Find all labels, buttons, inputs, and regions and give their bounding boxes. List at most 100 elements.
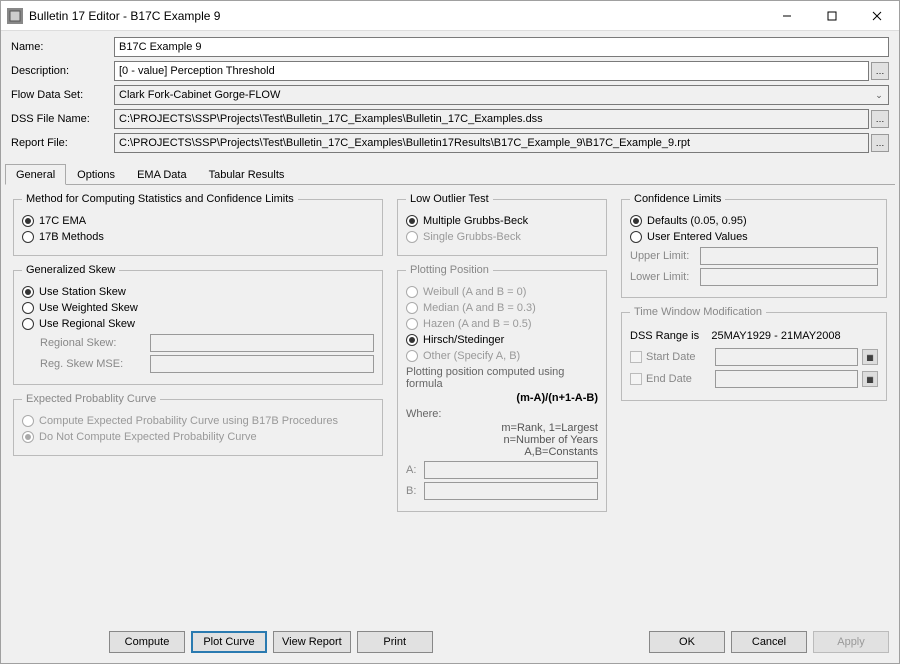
- radio-do-not-compute-label: Do Not Compute Expected Probability Curv…: [39, 431, 257, 443]
- radio-icon: [406, 318, 418, 330]
- radio-icon: [630, 215, 642, 227]
- radio-weibull-label: Weibull (A and B = 0): [423, 286, 526, 298]
- radio-17c-ema[interactable]: 17C EMA: [22, 215, 374, 227]
- expected-legend: Expected Probablity Curve: [22, 393, 160, 405]
- end-date-checkbox: [630, 373, 642, 385]
- time-window-legend: Time Window Modification: [630, 306, 766, 318]
- header-form: Name: B17C Example 9 Description: [0 - v…: [1, 31, 899, 157]
- compute-button[interactable]: Compute: [109, 631, 185, 653]
- minimize-button[interactable]: [764, 1, 809, 31]
- print-button[interactable]: Print: [357, 631, 433, 653]
- flow-data-set-value: Clark Fork-Cabinet Gorge-FLOW: [119, 89, 280, 101]
- confidence-legend: Confidence Limits: [630, 193, 725, 205]
- regional-skew-input: [150, 334, 374, 352]
- radio-other-ab: Other (Specify A, B): [406, 350, 598, 362]
- radio-median: Median (A and B = 0.3): [406, 302, 598, 314]
- low-outlier-group: Low Outlier Test Multiple Grubbs-Beck Si…: [397, 193, 607, 256]
- expected-probability-group: Expected Probablity Curve Compute Expect…: [13, 393, 383, 456]
- radio-weighted-skew-label: Use Weighted Skew: [39, 302, 138, 314]
- radio-icon: [22, 215, 34, 227]
- radio-icon: [406, 350, 418, 362]
- tab-general[interactable]: General: [5, 164, 66, 185]
- description-value: [0 - value] Perception Threshold: [119, 65, 275, 77]
- radio-icon: [22, 286, 34, 298]
- titlebar: Bulletin 17 Editor - B17C Example 9: [1, 1, 899, 31]
- a-input: [424, 461, 598, 479]
- lower-limit-input: [700, 268, 878, 286]
- radio-17b-methods[interactable]: 17B Methods: [22, 231, 374, 243]
- radio-icon: [22, 431, 34, 443]
- radio-hazen: Hazen (A and B = 0.5): [406, 318, 598, 330]
- ok-button[interactable]: OK: [649, 631, 725, 653]
- radio-station-skew[interactable]: Use Station Skew: [22, 286, 374, 298]
- flow-data-set-select[interactable]: Clark Fork-Cabinet Gorge-FLOW ⌄: [114, 85, 889, 105]
- tab-tabular-results[interactable]: Tabular Results: [198, 164, 296, 185]
- maximize-button[interactable]: [809, 1, 854, 31]
- radio-17b-methods-label: 17B Methods: [39, 231, 104, 243]
- flow-data-set-label: Flow Data Set:: [11, 89, 114, 101]
- radio-icon: [22, 302, 34, 314]
- upper-limit-input: [700, 247, 878, 265]
- name-value: B17C Example 9: [119, 41, 202, 53]
- start-date-row: Start Date ▦: [630, 348, 878, 366]
- end-date-label: End Date: [646, 373, 711, 385]
- name-input[interactable]: B17C Example 9: [114, 37, 889, 57]
- tab-strip: General Options EMA Data Tabular Results: [5, 163, 895, 185]
- radio-icon: [406, 286, 418, 298]
- formula-intro: Plotting position computed using formula: [406, 366, 598, 390]
- radio-icon: [630, 231, 642, 243]
- chevron-down-icon: ⌄: [872, 90, 886, 101]
- radio-icon: [22, 318, 34, 330]
- dss-range-line: DSS Range is 25MAY1929 - 21MAY2008: [630, 330, 878, 342]
- bottom-left-buttons: Compute Plot Curve View Report Print: [109, 631, 433, 653]
- plot-curve-button[interactable]: Plot Curve: [191, 631, 267, 653]
- radio-17c-ema-label: 17C EMA: [39, 215, 86, 227]
- end-date-input: [715, 370, 858, 388]
- tab-ema-data[interactable]: EMA Data: [126, 164, 198, 185]
- radio-confidence-user[interactable]: User Entered Values: [630, 231, 878, 243]
- radio-conf-user-label: User Entered Values: [647, 231, 748, 243]
- radio-icon: [406, 215, 418, 227]
- end-date-picker-button: ▦: [862, 371, 878, 387]
- dss-file-value: C:\PROJECTS\SSP\Projects\Test\Bulletin_1…: [119, 113, 543, 125]
- lower-limit-row: Lower Limit:: [630, 268, 878, 286]
- window-title: Bulletin 17 Editor - B17C Example 9: [29, 9, 764, 23]
- description-browse-button[interactable]: …: [871, 62, 889, 80]
- dss-range-value: 25MAY1929 - 21MAY2008: [711, 330, 840, 342]
- description-input[interactable]: [0 - value] Perception Threshold: [114, 61, 869, 81]
- report-file-browse-button[interactable]: …: [871, 134, 889, 152]
- radio-weibull: Weibull (A and B = 0): [406, 286, 598, 298]
- cancel-button[interactable]: Cancel: [731, 631, 807, 653]
- radio-confidence-defaults[interactable]: Defaults (0.05, 0.95): [630, 215, 878, 227]
- start-date-input: [715, 348, 858, 366]
- a-row: A:: [406, 461, 598, 479]
- a-label: A:: [406, 464, 424, 476]
- radio-single-grubbs-beck: Single Grubbs-Beck: [406, 231, 598, 243]
- method-legend: Method for Computing Statistics and Conf…: [22, 193, 298, 205]
- regional-skew-label: Regional Skew:: [40, 337, 150, 349]
- report-file-label: Report File:: [11, 137, 114, 149]
- generalized-skew-group: Generalized Skew Use Station Skew Use We…: [13, 264, 383, 385]
- radio-regional-skew[interactable]: Use Regional Skew: [22, 318, 374, 330]
- radio-hirsch-stedinger[interactable]: Hirsch/Stedinger: [406, 334, 598, 346]
- view-report-button[interactable]: View Report: [273, 631, 351, 653]
- dss-file-label: DSS File Name:: [11, 113, 114, 125]
- tab-options[interactable]: Options: [66, 164, 126, 185]
- plotting-position-group: Plotting Position Weibull (A and B = 0) …: [397, 264, 607, 512]
- radio-sgb-label: Single Grubbs-Beck: [423, 231, 521, 243]
- close-button[interactable]: [854, 1, 899, 31]
- radio-weighted-skew[interactable]: Use Weighted Skew: [22, 302, 374, 314]
- regional-skew-row: Regional Skew:: [40, 334, 374, 352]
- dss-file-input[interactable]: C:\PROJECTS\SSP\Projects\Test\Bulletin_1…: [114, 109, 869, 129]
- radio-conf-defaults-label: Defaults (0.05, 0.95): [647, 215, 747, 227]
- upper-limit-row: Upper Limit:: [630, 247, 878, 265]
- b-label: B:: [406, 485, 424, 497]
- b-row: B:: [406, 482, 598, 500]
- dss-file-browse-button[interactable]: …: [871, 110, 889, 128]
- confidence-limits-group: Confidence Limits Defaults (0.05, 0.95) …: [621, 193, 887, 298]
- radio-regional-skew-label: Use Regional Skew: [39, 318, 135, 330]
- lower-limit-label: Lower Limit:: [630, 271, 700, 283]
- report-file-input[interactable]: C:\PROJECTS\SSP\Projects\Test\Bulletin_1…: [114, 133, 869, 153]
- radio-multiple-grubbs-beck[interactable]: Multiple Grubbs-Beck: [406, 215, 598, 227]
- radio-icon: [22, 231, 34, 243]
